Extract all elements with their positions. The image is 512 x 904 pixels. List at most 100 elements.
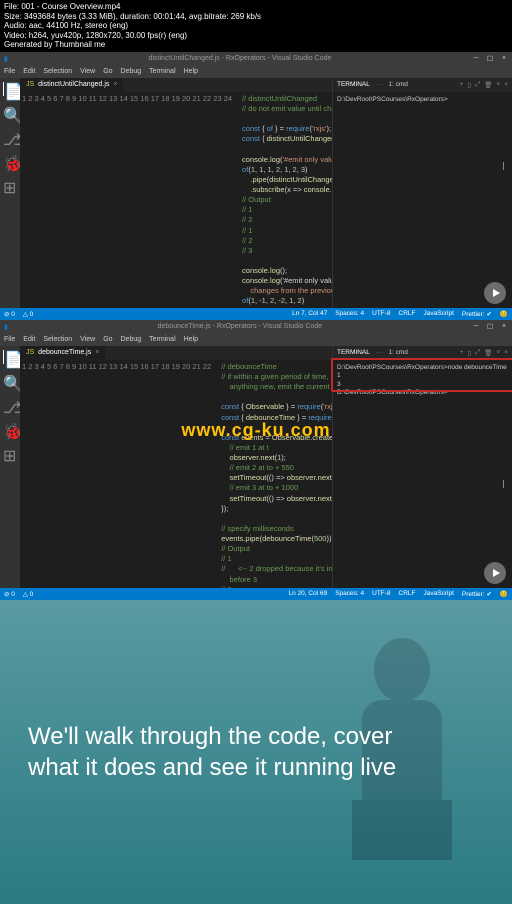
debug-icon[interactable]: 🐞 [3, 154, 17, 168]
statusbar: ⊘ 0 △ 0 Ln 7, Col 47 Spaces: 4 UTF-8 CRL… [0, 308, 512, 320]
status-eol[interactable]: CRLF [399, 310, 416, 318]
menu-selection[interactable]: Selection [43, 68, 72, 75]
status-cursor-pos[interactable]: Ln 7, Col 47 [292, 310, 327, 318]
status-feedback-icon[interactable]: 😊 [500, 590, 508, 598]
status-language[interactable]: JavaScript [424, 310, 454, 318]
minimize-icon[interactable]: ─ [472, 323, 480, 331]
window-title: distinctUntilChanged.js - RxOperators - … [8, 55, 472, 62]
menu-view[interactable]: View [80, 68, 95, 75]
close-icon[interactable]: × [500, 323, 508, 331]
status-feedback-icon[interactable]: 😊 [500, 310, 508, 318]
menu-file[interactable]: File [4, 68, 15, 75]
terminal-body[interactable]: D:\DevRoot\PSCourses\RxOperators>node de… [333, 360, 512, 588]
menu-edit[interactable]: Edit [23, 336, 35, 343]
tab-file[interactable]: JS distinctUntilChanged.js × [20, 78, 123, 92]
status-indent[interactable]: Spaces: 4 [335, 310, 364, 318]
text-cursor-icon [503, 480, 504, 488]
status-warnings[interactable]: △ 0 [23, 310, 33, 318]
vscode-window-2: www.cg-ku.com ▮ debounceTime.js - RxOper… [0, 320, 512, 600]
chevron-down-icon[interactable]: ˅ [496, 81, 500, 89]
plus-icon[interactable]: + [460, 349, 464, 357]
terminal-pane: TERMINAL ··· 1: cmd + ▯ ⤢ 🗑 ˅ × D:\DevRo… [332, 346, 512, 588]
code-lines[interactable]: // distinctUntilChanged // do not emit v… [238, 92, 332, 308]
status-language[interactable]: JavaScript [424, 590, 454, 598]
status-encoding[interactable]: UTF-8 [372, 590, 390, 598]
explorer-icon[interactable]: 📄 [3, 82, 17, 96]
terminal-tab-label[interactable]: TERMINAL [337, 81, 370, 88]
menu-edit[interactable]: Edit [23, 68, 35, 75]
status-warnings[interactable]: △ 0 [23, 590, 33, 598]
scm-icon[interactable]: ⎇ [3, 398, 17, 412]
editor-tabs: JS debounceTime.js × [20, 346, 332, 360]
menubar: File Edit Selection View Go Debug Termin… [0, 66, 512, 78]
maximize-icon[interactable]: ☐ [486, 55, 494, 63]
meta-line: Video: h264, yuv420p, 1280x720, 30.00 fp… [4, 31, 508, 41]
menu-help[interactable]: Help [184, 68, 198, 75]
line-gutter: 1 2 3 4 5 6 7 8 9 10 11 12 13 14 15 16 1… [20, 92, 238, 308]
status-cursor-pos[interactable]: Ln 20, Col 69 [289, 590, 328, 598]
close-icon[interactable]: × [504, 349, 508, 357]
search-icon[interactable]: 🔍 [3, 106, 17, 120]
menu-debug[interactable]: Debug [121, 68, 142, 75]
menu-go[interactable]: Go [103, 336, 112, 343]
close-icon[interactable]: × [95, 349, 99, 356]
status-encoding[interactable]: UTF-8 [372, 310, 390, 318]
status-errors[interactable]: ⊘ 0 [4, 590, 15, 598]
menu-file[interactable]: File [4, 336, 15, 343]
split-icon[interactable]: ▯ [467, 81, 471, 89]
terminal-select[interactable]: 1: cmd [388, 349, 408, 356]
meta-line: File: 001 - Course Overview.mp4 [4, 2, 508, 12]
plus-icon[interactable]: + [460, 81, 464, 89]
close-icon[interactable]: × [113, 81, 117, 88]
trash-icon[interactable]: 🗑 [484, 81, 492, 89]
code-editor[interactable]: 1 2 3 4 5 6 7 8 9 10 11 12 13 14 15 16 1… [20, 92, 332, 308]
menu-debug[interactable]: Debug [121, 336, 142, 343]
status-errors[interactable]: ⊘ 0 [4, 310, 15, 318]
extensions-icon[interactable]: ⊞ [3, 178, 17, 192]
debug-icon[interactable]: 🐞 [3, 422, 17, 436]
trash-icon[interactable]: 🗑 [484, 349, 492, 357]
tab-file[interactable]: JS debounceTime.js × [20, 346, 105, 360]
menu-help[interactable]: Help [184, 336, 198, 343]
terminal-tab-label[interactable]: TERMINAL [337, 349, 370, 356]
terminal-select[interactable]: 1: cmd [388, 81, 408, 88]
more-icon[interactable]: ··· [376, 81, 383, 88]
play-button[interactable] [484, 282, 506, 304]
menu-terminal[interactable]: Terminal [149, 68, 175, 75]
menu-terminal[interactable]: Terminal [149, 336, 175, 343]
status-indent[interactable]: Spaces: 4 [335, 590, 364, 598]
split-icon[interactable]: ▯ [467, 349, 471, 357]
minimize-icon[interactable]: ─ [472, 55, 480, 63]
meta-line: Generated by Thumbnail me [4, 40, 508, 50]
code-lines[interactable]: // debounceTime // if within a given per… [217, 360, 332, 588]
scm-icon[interactable]: ⎇ [3, 130, 17, 144]
terminal-body[interactable]: D:\DevRoot\PSCourses\RxOperators> [333, 92, 512, 308]
meta-line: Audio: aac, 44100 Hz, stereo (eng) [4, 21, 508, 31]
close-icon[interactable]: × [500, 55, 508, 63]
chevron-down-icon[interactable]: ˅ [496, 349, 500, 357]
promo-text: We'll walk through the code, cover what … [0, 721, 440, 783]
terminal-pane: TERMINAL ··· 1: cmd + ▯ ⤢ 🗑 ˅ × D:\DevRo… [332, 78, 512, 308]
vscode-window-1: ▮ distinctUntilChanged.js - RxOperators … [0, 52, 512, 320]
more-icon[interactable]: ··· [376, 349, 383, 356]
titlebar[interactable]: ▮ debounceTime.js - RxOperators - Visual… [0, 320, 512, 334]
highlight-box [331, 358, 512, 392]
maximize-icon[interactable]: ⤢ [475, 349, 480, 357]
terminal-line: D:\DevRoot\PSCourses\RxOperators> [337, 96, 508, 104]
activitybar: 📄 🔍 ⎇ 🐞 ⊞ [0, 78, 20, 308]
menu-view[interactable]: View [80, 336, 95, 343]
explorer-icon[interactable]: 📄 [3, 350, 17, 364]
titlebar[interactable]: ▮ distinctUntilChanged.js - RxOperators … [0, 52, 512, 66]
play-button[interactable] [484, 562, 506, 584]
menu-go[interactable]: Go [103, 68, 112, 75]
status-prettier[interactable]: Prettier: ✔ [462, 590, 492, 598]
close-icon[interactable]: × [504, 81, 508, 89]
extensions-icon[interactable]: ⊞ [3, 446, 17, 460]
status-eol[interactable]: CRLF [399, 590, 416, 598]
maximize-icon[interactable]: ☐ [486, 323, 494, 331]
search-icon[interactable]: 🔍 [3, 374, 17, 388]
status-prettier[interactable]: Prettier: ✔ [462, 310, 492, 318]
maximize-icon[interactable]: ⤢ [475, 81, 480, 89]
code-editor[interactable]: 1 2 3 4 5 6 7 8 9 10 11 12 13 14 15 16 1… [20, 360, 332, 588]
menu-selection[interactable]: Selection [43, 336, 72, 343]
